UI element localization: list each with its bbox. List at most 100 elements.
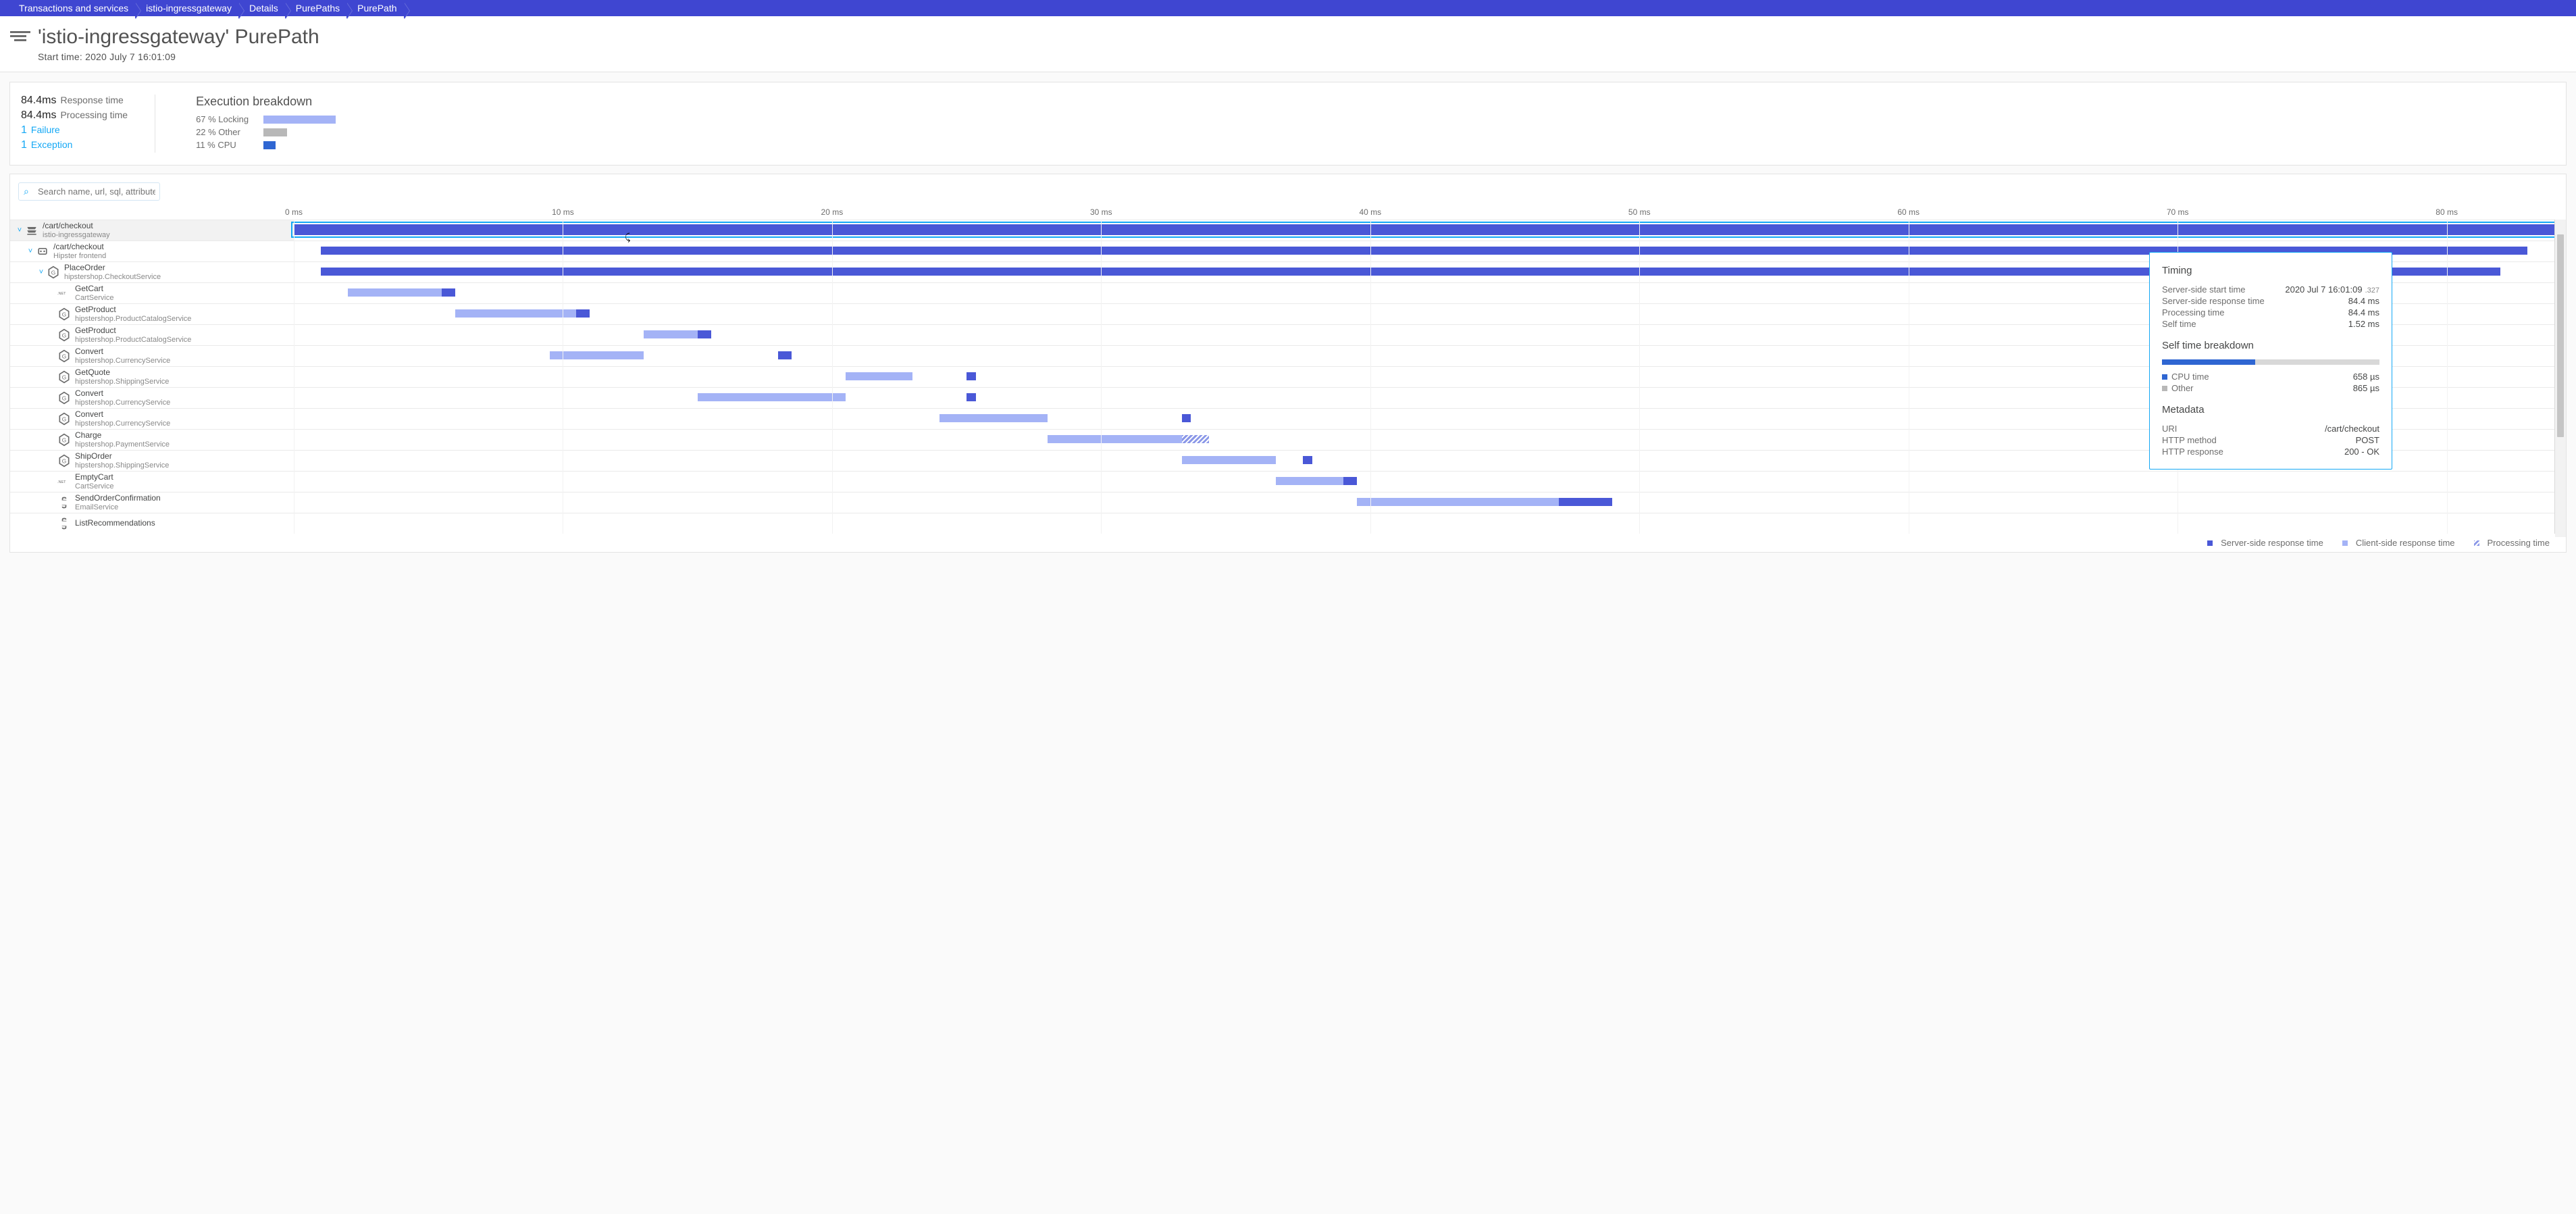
summary-card: 84.4ms Response time 84.4ms Processing t…: [9, 82, 2567, 166]
span-bar[interactable]: [698, 393, 846, 401]
search-input[interactable]: [18, 182, 160, 201]
trace-row[interactable]: ListRecommendations: [10, 513, 2554, 534]
chevron-down-icon[interactable]: ˅: [36, 268, 47, 276]
legend-proc-label: Processing time: [2488, 538, 2550, 548]
svg-text:G: G: [51, 269, 55, 276]
breadcrumb-item[interactable]: Details: [244, 3, 290, 14]
hex-icon: G: [57, 307, 71, 321]
span-name: EmptyCart: [75, 473, 113, 482]
page-subtitle: Start time: 2020 July 7 16:01:09: [38, 51, 319, 62]
legend-proc-icon: [2474, 540, 2479, 546]
span-service: hipstershop.ShippingService: [75, 378, 169, 386]
svg-text:.NET: .NET: [57, 480, 66, 484]
svg-text:G: G: [62, 374, 66, 380]
hex-icon: G: [57, 328, 71, 342]
axis-tick: 70 ms: [2167, 207, 2189, 217]
span-bar[interactable]: [967, 372, 975, 380]
span-bar[interactable]: [778, 351, 792, 359]
axis-tick: 20 ms: [821, 207, 844, 217]
breadcrumb: Transactions and services istio-ingressg…: [0, 0, 2576, 16]
exec-breakdown-label: 11 % CPU: [196, 140, 257, 150]
span-bar[interactable]: [698, 330, 711, 338]
axis-tick: 10 ms: [552, 207, 574, 217]
span-service: hipstershop.CheckoutService: [64, 273, 161, 281]
trace-row[interactable]: ˅/cart/checkoutistio-ingressgateway: [10, 220, 2554, 241]
hex-icon: G: [57, 433, 71, 447]
legend: Server-side response time Client-side re…: [10, 534, 2566, 552]
span-service: hipstershop.CurrencyService: [75, 399, 170, 407]
span-bar[interactable]: [846, 372, 913, 380]
breadcrumb-item[interactable]: istio-ingressgateway: [140, 3, 244, 14]
failure-link[interactable]: Failure: [31, 124, 60, 135]
net-icon: .NET: [57, 475, 71, 488]
span-bar[interactable]: [1357, 498, 1586, 506]
robot-icon: [36, 245, 49, 258]
axis-tick: 0 ms: [285, 207, 303, 217]
chevron-down-icon[interactable]: ˅: [14, 226, 25, 234]
exec-breakdown-row: 67 % Locking: [196, 114, 439, 124]
time-axis: 0 ms10 ms20 ms30 ms40 ms50 ms60 ms70 ms8…: [10, 207, 2566, 220]
scrollbar[interactable]: [2554, 220, 2566, 534]
span-service: hipstershop.ShippingService: [75, 461, 169, 470]
span-bar[interactable]: [550, 351, 644, 359]
span-bar[interactable]: [1182, 456, 1276, 464]
response-time-value: 84.4ms: [21, 95, 56, 107]
breadcrumb-item[interactable]: PurePaths: [290, 3, 352, 14]
span-name: /cart/checkout: [43, 222, 110, 230]
failure-count[interactable]: 1: [21, 124, 27, 136]
trace-row[interactable]: SendOrderConfirmationEmailService: [10, 492, 2554, 513]
axis-tick: 60 ms: [1897, 207, 1920, 217]
tooltip-kv: HTTP response200 - OK: [2162, 447, 2379, 457]
span-service: hipstershop.CurrencyService: [75, 420, 170, 428]
chevron-down-icon[interactable]: ˅: [25, 247, 36, 255]
tooltip-kv: CPU time658 µs: [2162, 372, 2379, 382]
axis-tick: 80 ms: [2436, 207, 2458, 217]
tooltip-kv: Server-side start time2020 Jul 7 16:01:0…: [2162, 284, 2379, 295]
span-service: Hipster frontend: [53, 252, 106, 260]
legend-client-label: Client-side response time: [2356, 538, 2455, 548]
span-name: Charge: [75, 431, 170, 440]
legend-server-label: Server-side response time: [2221, 538, 2323, 548]
svg-text:G: G: [62, 436, 66, 443]
span-bar[interactable]: [1048, 435, 1182, 443]
span-bar[interactable]: [967, 393, 975, 401]
span-bar[interactable]: [348, 288, 455, 297]
span-bar[interactable]: [576, 309, 590, 318]
span-name: SendOrderConfirmation: [75, 494, 161, 503]
span-bar[interactable]: [1303, 456, 1312, 464]
exec-breakdown-bar: [263, 116, 336, 124]
tooltip-kv: HTTP methodPOST: [2162, 435, 2379, 445]
selftime-bar: [2162, 359, 2379, 365]
span-bar[interactable]: [442, 288, 455, 297]
exception-link[interactable]: Exception: [31, 139, 72, 150]
response-time-label: Response time: [60, 95, 123, 105]
span-service: CartService: [75, 482, 113, 490]
span-bar[interactable]: [939, 414, 1047, 422]
tooltip-kv: URI/cart/checkout: [2162, 424, 2379, 434]
exec-breakdown-label: 22 % Other: [196, 127, 257, 137]
span-name: GetCart: [75, 284, 113, 293]
span-bar[interactable]: [1343, 477, 1357, 485]
py-icon: [57, 517, 71, 530]
span-tooltip: Timing Server-side start time2020 Jul 7 …: [2149, 252, 2392, 470]
span-bar[interactable]: [1182, 435, 1209, 443]
svg-text:G: G: [62, 457, 66, 464]
tooltip-metadata-header: Metadata: [2162, 404, 2379, 415]
breadcrumb-item-current: PurePath: [352, 3, 409, 14]
span-bar[interactable]: [455, 309, 590, 318]
tooltip-kv: Server-side response time84.4 ms: [2162, 296, 2379, 306]
span-bar[interactable]: [1182, 414, 1191, 422]
processing-time-label: Processing time: [60, 109, 128, 120]
exception-count[interactable]: 1: [21, 139, 27, 151]
breadcrumb-item[interactable]: Transactions and services: [14, 3, 140, 14]
hex-icon: G: [57, 370, 71, 384]
tooltip-kv: Self time1.52 ms: [2162, 319, 2379, 329]
scrollbar-thumb[interactable]: [2557, 234, 2564, 437]
span-bar[interactable]: [294, 224, 2554, 235]
purepath-icon: [8, 26, 32, 50]
span-bar[interactable]: [1559, 498, 1613, 506]
axis-tick: 30 ms: [1090, 207, 1112, 217]
span-bar[interactable]: [644, 330, 698, 338]
trace-row[interactable]: .NET EmptyCartCartService: [10, 471, 2554, 492]
span-name: GetProduct: [75, 326, 191, 335]
